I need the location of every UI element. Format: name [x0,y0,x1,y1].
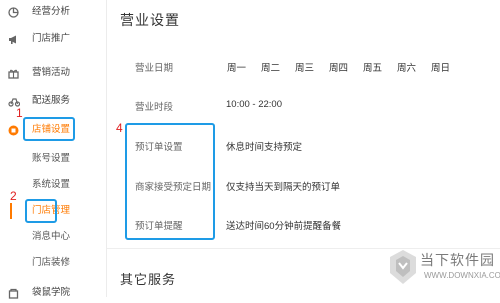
downxia-logo-icon [388,249,418,285]
nav-label: 经营分析 [32,6,71,17]
annotation-number-2: 2 [10,189,17,203]
day-wed[interactable]: 周三 [295,60,314,74]
business-hours-value: 10:00 - 22:00 [226,99,282,110]
sub-item-message-center[interactable]: 消息中心 [32,228,70,246]
highlight-box-store-management [25,199,57,223]
preorder-reminder-value: 送达时间60分钟前提醒备餐 [226,221,342,232]
highlight-box-store-settings [23,117,75,141]
nav-label: 门店推广 [32,33,71,44]
watermark-name: 当下软件园 [420,252,495,268]
annotation-number-4: 4 [116,121,123,135]
megaphone-icon [8,34,19,45]
day-mon[interactable]: 周一 [227,60,246,74]
nav-item-marketing[interactable]: 营销活动 [0,63,106,83]
other-services-title: 其它服务 [120,272,177,287]
day-fri[interactable]: 周五 [363,60,382,74]
nav-label: 营销活动 [32,67,71,78]
annotation-number-1: 1 [16,106,23,120]
day-sat[interactable]: 周六 [397,60,416,74]
day-tue[interactable]: 周二 [261,60,280,74]
academy-icon [8,288,19,299]
analytics-icon [8,7,19,18]
watermark: 当下软件园 WWW.DOWNXIA.COM [388,244,500,297]
gift-icon [8,68,19,79]
sub-item-account-settings[interactable]: 账号设置 [32,150,70,168]
highlight-box-preorder-labels [125,123,215,240]
day-thu[interactable]: 周四 [329,60,348,74]
nav-item-analytics[interactable]: 经营分析 [0,2,106,22]
sidebar: 经营分析 门店推广 营销活动 配送服务 店铺设置 账号设置 系统设置 门店管理 … [0,0,107,299]
accept-preorder-date-value: 仅支持当天到隔天的预订单 [226,182,341,193]
day-sun[interactable]: 周日 [431,60,450,74]
nav-item-promotion[interactable]: 门店推广 [0,29,106,49]
preorder-settings-value: 休息时间支持预定 [226,142,303,153]
nav-label: 配送服务 [32,95,71,106]
nav-item-academy[interactable]: 袋鼠学院 [0,283,106,303]
business-date-label: 营业日期 [135,63,174,74]
business-hours-label: 营业时段 [135,102,174,113]
sub-item-system-settings[interactable]: 系统设置 [32,176,70,194]
store-settings-icon [8,125,19,136]
watermark-url: WWW.DOWNXIA.COM [424,271,500,280]
nav-label: 袋鼠学院 [32,287,71,298]
page-title: 营业设置 [120,12,180,28]
sub-item-store-decoration[interactable]: 门店装修 [32,254,70,272]
